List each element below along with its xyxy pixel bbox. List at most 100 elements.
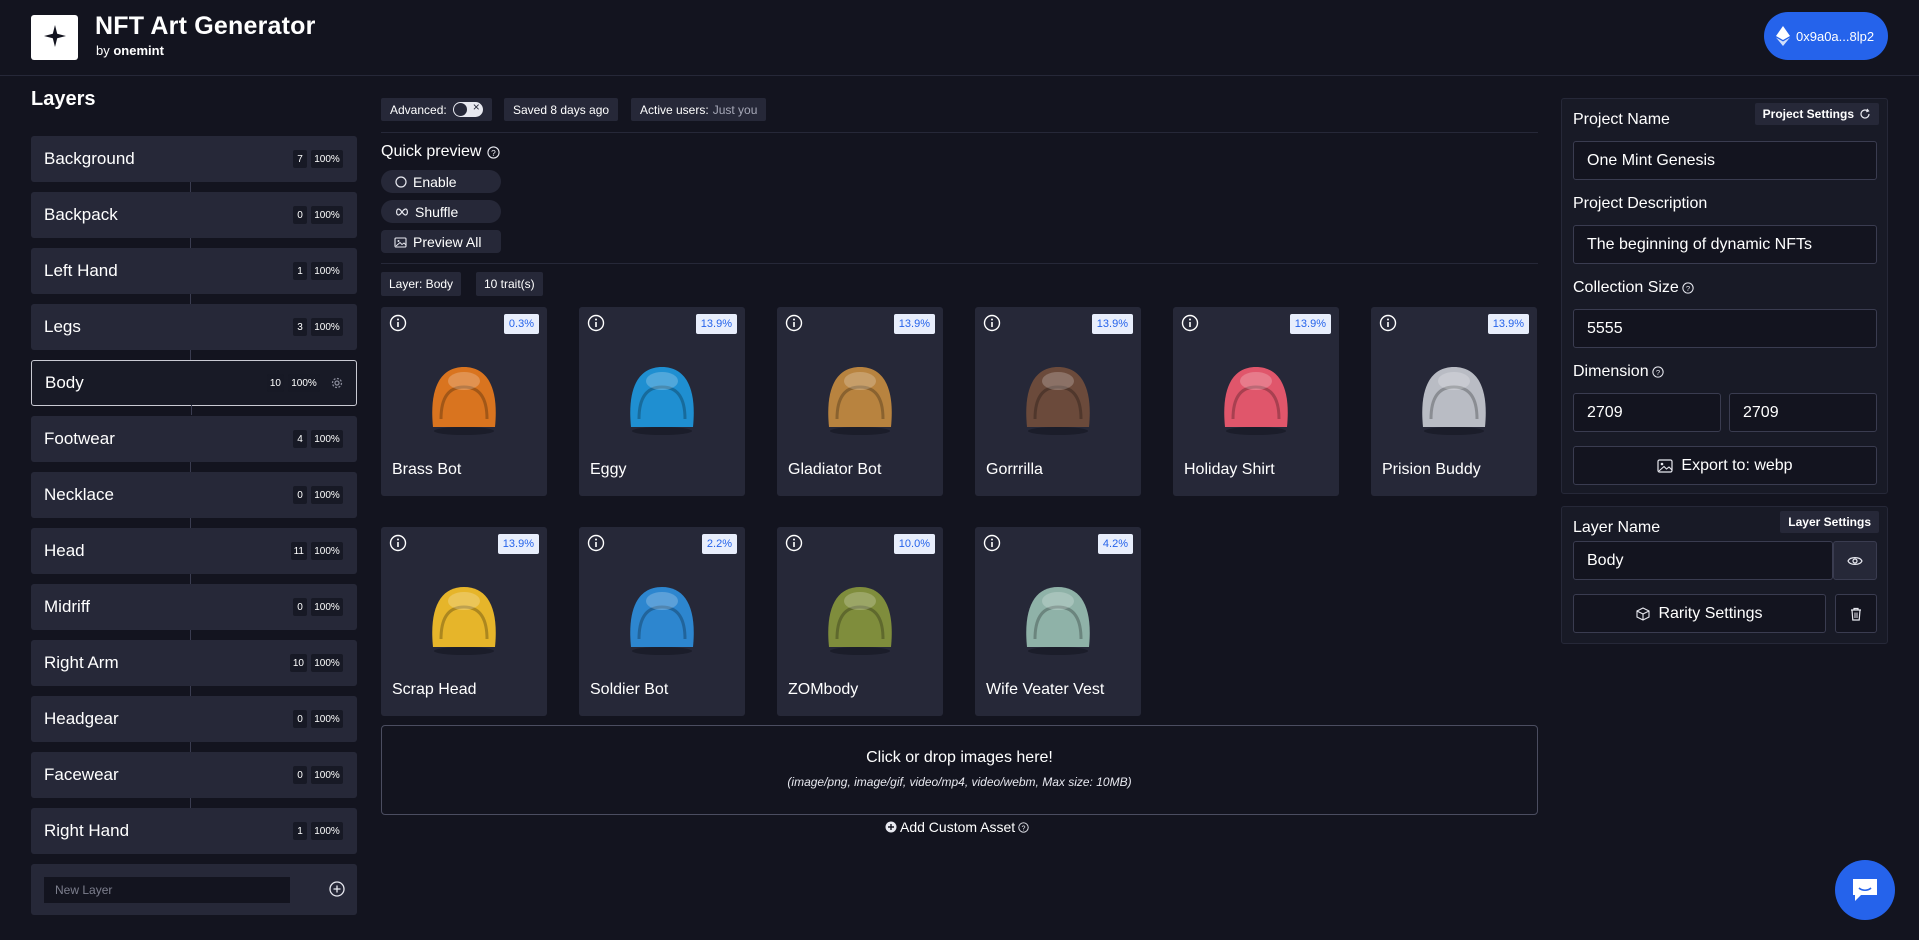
trait-card[interactable]: 13.9% Prision Buddy [1371, 307, 1537, 496]
delete-layer-button[interactable] [1835, 594, 1877, 633]
svg-text:?: ? [492, 147, 497, 157]
layer-count: 10 [266, 374, 284, 392]
refresh-icon [1860, 108, 1870, 119]
layer-percent: 100% [311, 822, 343, 840]
trait-card[interactable]: 2.2% Soldier Bot [579, 527, 745, 716]
info-icon[interactable] [1379, 314, 1397, 337]
layer-count: 10 [289, 654, 307, 672]
trait-name: Gorrrilla [986, 461, 1043, 478]
layer-item-head[interactable]: Head 11 100% [31, 528, 357, 584]
layer-item-body[interactable]: Body 10 100% [31, 360, 357, 415]
trait-rarity-badge: 2.2% [701, 534, 737, 554]
trait-card[interactable]: 4.2% Wife Veater Vest [975, 527, 1141, 716]
dimension-label: Dimension ? [1573, 363, 1664, 381]
info-icon[interactable] [587, 534, 605, 557]
project-name-label: Project Name [1573, 111, 1670, 128]
layer-item-legs[interactable]: Legs 3 100% [31, 304, 357, 360]
layer-item-backpack[interactable]: Backpack 0 100% [31, 192, 357, 248]
trash-icon [1851, 607, 1861, 621]
info-icon[interactable] [785, 314, 803, 337]
trait-rarity-badge: 13.9% [1091, 314, 1133, 334]
trait-card[interactable]: 10.0% ZOMbody [777, 527, 943, 716]
layer-percent: 100% [311, 206, 343, 224]
enable-preview-button[interactable]: Enable [381, 170, 501, 193]
new-layer-input[interactable] [44, 877, 290, 903]
trait-card[interactable]: 13.9% Holiday Shirt [1173, 307, 1339, 496]
trait-rarity-badge: 0.3% [503, 314, 539, 334]
layer-item-footwear[interactable]: Footwear 4 100% [31, 416, 357, 472]
trait-rarity-badge: 13.9% [1487, 314, 1529, 334]
wallet-button[interactable]: 0x9a0a...8lp2 [1764, 12, 1888, 60]
help-icon[interactable]: ? [1682, 282, 1694, 294]
cube-icon [1636, 606, 1651, 621]
project-settings-tab[interactable]: Project Settings [1754, 103, 1879, 125]
layer-item-background[interactable]: Background 7 100% [31, 136, 357, 192]
sparkle-icon [44, 25, 66, 47]
trait-card[interactable]: 13.9% Gorrrilla [975, 307, 1141, 496]
layer-item-facewear[interactable]: Facewear 0 100% [31, 752, 357, 808]
info-icon[interactable] [587, 314, 605, 337]
layer-settings-tab[interactable]: Layer Settings [1780, 511, 1879, 533]
chat-support-button[interactable] [1835, 860, 1895, 920]
rarity-settings-button[interactable]: Rarity Settings [1573, 594, 1826, 633]
layer-name: Legs [44, 317, 81, 336]
logo[interactable] [31, 15, 78, 60]
collection-size-input[interactable]: 5555 [1573, 309, 1877, 348]
layer-count: 1 [293, 822, 307, 840]
trait-rarity-badge: 4.2% [1097, 534, 1133, 554]
trait-name: Holiday Shirt [1184, 461, 1275, 478]
svg-text:?: ? [1022, 825, 1026, 832]
info-icon[interactable] [1181, 314, 1199, 337]
layer-name: Left Hand [44, 261, 118, 280]
shuffle-button[interactable]: Shuffle [381, 200, 501, 223]
layer-name-input[interactable]: Body [1573, 541, 1833, 580]
project-description-input[interactable]: The beginning of dynamic NFTs [1573, 225, 1877, 264]
layer-count: 4 [293, 430, 307, 448]
svg-text:?: ? [1686, 284, 1690, 293]
advanced-toggle[interactable] [452, 100, 483, 117]
info-icon[interactable] [389, 534, 407, 557]
trait-card[interactable]: 13.9% Gladiator Bot [777, 307, 943, 496]
project-name-input[interactable]: One Mint Genesis [1573, 141, 1877, 180]
help-icon[interactable]: ? [487, 145, 501, 159]
app-subtitle: by onemint [96, 43, 164, 58]
layer-item-necklace[interactable]: Necklace 0 100% [31, 472, 357, 528]
export-button[interactable]: Export to: webp [1573, 446, 1877, 485]
layer-item-right-arm[interactable]: Right Arm 10 100% [31, 640, 357, 696]
trait-card[interactable]: 13.9% Scrap Head [381, 527, 547, 716]
layer-name: Right Hand [44, 821, 130, 840]
info-icon[interactable] [785, 534, 803, 557]
visibility-toggle[interactable] [1833, 541, 1877, 580]
trait-count-tag: 10 trait(s) [476, 272, 543, 296]
height-input[interactable]: 2709 [1729, 393, 1877, 432]
layer-item-right-hand[interactable]: Right Hand 1 100% [31, 808, 357, 854]
add-custom-asset-button[interactable]: Add Custom Asset ? [885, 819, 1029, 835]
trait-card[interactable]: 13.9% Eggy [579, 307, 745, 496]
info-icon[interactable] [983, 314, 1001, 337]
layer-percent: 100% [311, 262, 343, 280]
gear-icon[interactable] [326, 372, 348, 394]
layer-item-left-hand[interactable]: Left Hand 1 100% [31, 248, 357, 304]
layer-name: Headgear [44, 709, 119, 728]
trait-name: Soldier Bot [590, 681, 669, 698]
layer-item-headgear[interactable]: Headgear 0 100% [31, 696, 357, 752]
info-icon[interactable] [389, 314, 407, 337]
add-layer-icon[interactable] [329, 881, 345, 902]
help-icon[interactable]: ? [1018, 821, 1029, 833]
width-input[interactable]: 2709 [1573, 393, 1721, 432]
preview-all-button[interactable]: Preview All [381, 230, 501, 253]
trait-image [828, 587, 892, 655]
layer-item-midriff[interactable]: Midriff 0 100% [31, 584, 357, 640]
help-icon[interactable]: ? [1651, 366, 1664, 378]
layer-percent: 100% [311, 542, 343, 560]
divider [381, 132, 1538, 133]
layer-count: 1 [293, 262, 307, 280]
trait-name: Prision Buddy [1382, 461, 1481, 478]
info-icon[interactable] [983, 534, 1001, 557]
trait-card[interactable]: 0.3% Brass Bot [381, 307, 547, 496]
layer-count: 3 [293, 318, 307, 336]
image-dropzone[interactable]: Click or drop images here! (image/png, i… [381, 725, 1538, 815]
layer-percent: 100% [311, 318, 343, 336]
layer-percent: 100% [311, 150, 343, 168]
layer-count: 11 [290, 542, 307, 560]
